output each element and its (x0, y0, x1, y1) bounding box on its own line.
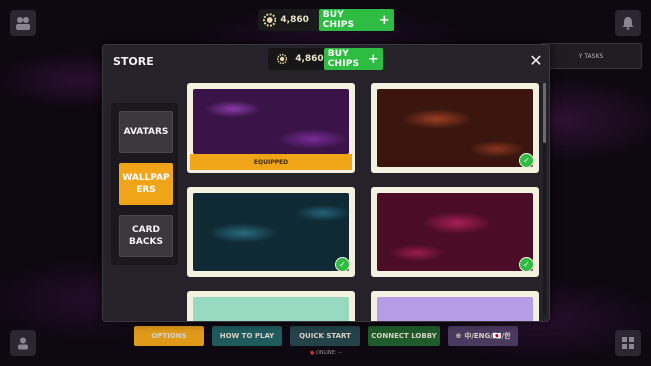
wallpaper-card-mint[interactable] (187, 291, 355, 321)
online-label: ONLINE: -- (315, 350, 342, 356)
store-buy-chips-button[interactable]: BUY CHIPS + (323, 48, 383, 70)
profile-icon (18, 337, 28, 350)
menu-button[interactable] (615, 330, 641, 356)
profile-button[interactable] (10, 330, 36, 356)
category-wallpapers[interactable]: WALLPAP ERS (119, 163, 173, 205)
wallpaper-preview (193, 193, 349, 271)
online-dot-icon: ● (310, 350, 315, 356)
owned-check-icon: ✓ (519, 153, 534, 168)
wallpaper-preview (193, 297, 349, 321)
top-chip-amount: 4,860 (280, 15, 309, 25)
top-buy-chips-button[interactable]: BUY CHIPS + (318, 9, 394, 31)
how-to-play-label: HOW TO PLAY (219, 332, 275, 340)
tasks-label: Y TASKS (578, 52, 604, 60)
tasks-panel[interactable]: Y TASKS (540, 43, 642, 69)
category-card-backs[interactable]: CARD BACKS (119, 215, 173, 257)
store-scrollbar[interactable] (543, 83, 546, 315)
bell-icon (622, 17, 634, 30)
store-chip-amount: 4,860 (295, 54, 324, 64)
notifications-button[interactable] (615, 10, 641, 36)
globe-icon: ⊕ (455, 332, 462, 340)
wallpaper-preview (193, 89, 349, 154)
store-buy-chips-label: BUY CHIPS (327, 49, 360, 69)
wallpaper-card-rust[interactable]: ✓ (371, 83, 539, 173)
quick-start-button[interactable]: QUICK START (290, 326, 360, 346)
category-avatars-label: AVATARS (123, 127, 169, 137)
wallpaper-preview (377, 297, 533, 321)
connect-lobby-button[interactable]: CONNECT LOBBY (368, 326, 440, 346)
friends-button[interactable] (10, 10, 36, 36)
store-category-sidebar: AVATARS WALLPAP ERS CARD BACKS (111, 103, 178, 265)
category-wallpapers-label: WALLPAP ERS (122, 173, 170, 195)
connect-lobby-label: CONNECT LOBBY (371, 332, 437, 340)
chip-icon (263, 13, 277, 27)
online-status: ● ONLINE: -- (310, 350, 342, 356)
options-button[interactable]: OPTIONS (134, 326, 204, 346)
language-label: 中/ENG/🇯🇵/한 (464, 332, 511, 340)
friends-icon (16, 17, 30, 30)
quick-start-label: QUICK START (299, 332, 351, 340)
store-title: STORE (113, 55, 154, 68)
wallpaper-preview (377, 89, 533, 167)
wallpaper-card-teal[interactable]: ✓ (187, 187, 355, 277)
category-card-backs-label: CARD BACKS (129, 225, 163, 247)
how-to-play-button[interactable]: HOW TO PLAY (212, 326, 282, 346)
equipped-badge: EQUIPPED (190, 154, 352, 170)
owned-check-icon: ✓ (335, 257, 350, 272)
wallpaper-grid: EQUIPPED ✓ ✓ ✓ (187, 83, 543, 321)
wallpaper-card-purple[interactable]: EQUIPPED (187, 83, 355, 173)
plus-icon: + (367, 51, 379, 67)
owned-check-icon: ✓ (519, 257, 534, 272)
plus-icon: + (378, 12, 390, 28)
close-icon: ✕ (529, 50, 543, 70)
store-modal: STORE 4,860 BUY CHIPS + ✕ AVATARS WALLPA… (102, 44, 550, 322)
options-label: OPTIONS (151, 332, 187, 340)
scrollbar-thumb[interactable] (543, 83, 546, 143)
category-avatars[interactable]: AVATARS (119, 111, 173, 153)
grid-icon (622, 337, 634, 349)
close-button[interactable]: ✕ (526, 50, 546, 70)
top-chip-balance: 4,860 BUY CHIPS + (258, 9, 394, 31)
language-button[interactable]: ⊕ 中/ENG/🇯🇵/한 (448, 326, 518, 346)
chip-icon (277, 53, 288, 65)
store-chip-balance: 4,860 BUY CHIPS + (268, 48, 383, 70)
wallpaper-preview (377, 193, 533, 271)
wallpaper-card-crimson[interactable]: ✓ (371, 187, 539, 277)
wallpaper-card-lavender[interactable] (371, 291, 539, 321)
top-buy-chips-label: BUY CHIPS (322, 10, 355, 30)
